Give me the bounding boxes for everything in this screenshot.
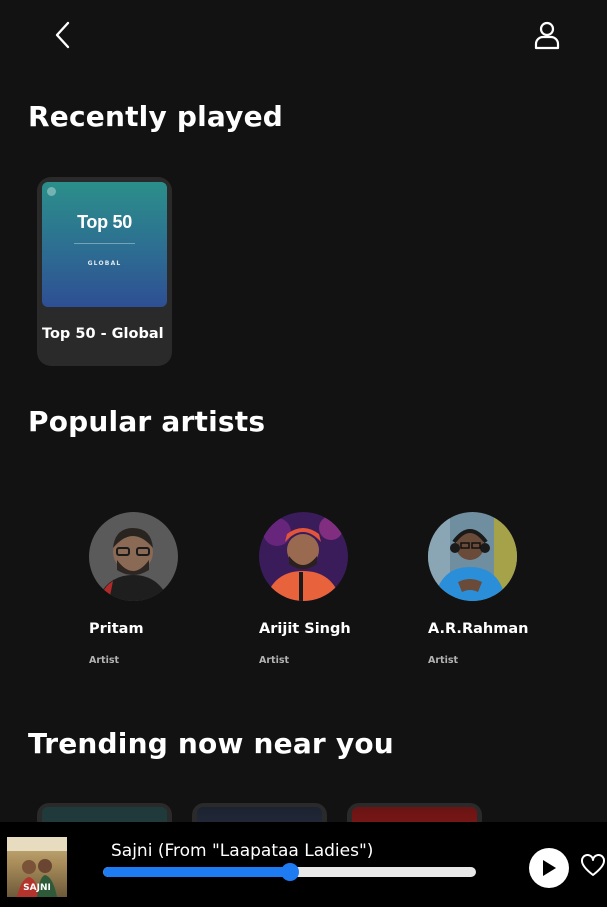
profile-button[interactable] [532,18,562,52]
avatar [259,512,348,601]
playlist-cover: Top 50 GLOBAL [42,182,167,307]
cover-title: Top 50 [77,212,132,232]
artist-card-a-r-rahman[interactable]: A.R.Rahman Artist [428,512,538,672]
top-bar [0,0,607,80]
popular-artists-heading: Popular artists [28,405,266,438]
artist-card-pritam[interactable]: Pritam Artist [89,512,199,672]
play-icon [543,860,556,876]
track-title: Sajni (From "Laapataa Ladies") [111,841,374,861]
cover-subtitle: GLOBAL [87,260,122,267]
recently-played-heading: Recently played [28,100,284,133]
user-icon [534,21,560,50]
like-button[interactable] [580,852,607,880]
artist-name: A.R.Rahman [428,621,529,637]
now-playing-bar: SAJNI Sajni (From "Laapataa Ladies") [0,822,607,907]
spotify-logo-icon [47,187,56,196]
chevron-left-icon [55,21,70,49]
progress-handle[interactable] [280,863,299,881]
artist-role: Artist [259,655,290,666]
playlist-card-top-50-global[interactable]: Top 50 GLOBAL Top 50 - Global [37,177,172,366]
artist-name: Arijit Singh [259,621,351,637]
now-playing-artwork[interactable]: SAJNI [7,837,67,897]
cover-divider [74,243,135,244]
heart-icon [581,854,605,876]
play-button[interactable] [529,848,569,888]
artist-role: Artist [89,655,120,666]
progress-fill [103,867,290,877]
trending-heading: Trending now near you [28,727,394,760]
playlist-name: Top 50 - Global [42,326,164,342]
progress-slider[interactable] [103,863,476,881]
avatar [89,512,178,601]
avatar [428,512,517,601]
back-button[interactable] [48,18,78,52]
artist-role: Artist [428,655,459,666]
artist-name: Pritam [89,621,144,637]
artist-card-arijit-singh[interactable]: Arijit Singh Artist [259,512,369,672]
artwork-label: SAJNI [23,883,51,893]
